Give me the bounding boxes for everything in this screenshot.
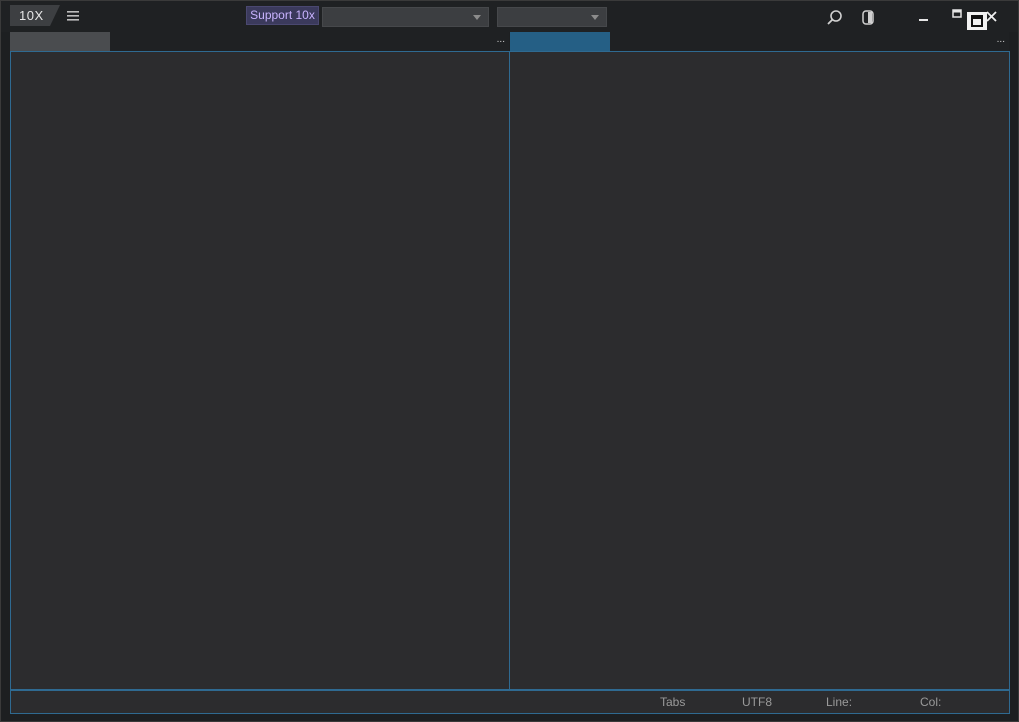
indent-mode-indicator[interactable]: Tabs: [660, 695, 685, 709]
tab-left-pane[interactable]: [10, 32, 110, 51]
app-logo[interactable]: 10X: [10, 5, 60, 26]
left-tab-strip: ...: [10, 32, 509, 51]
encoding-indicator[interactable]: UTF8: [742, 695, 772, 709]
title-bar: 10X Support 10x: [1, 1, 1018, 32]
search-icon[interactable]: [826, 9, 844, 27]
status-bar: Tabs UTF8 Line: Col:: [10, 690, 1010, 714]
project-dropdown[interactable]: [322, 7, 489, 27]
maximize-icon[interactable]: [949, 7, 967, 25]
column-number-label: Col:: [920, 695, 942, 709]
chevron-down-icon: [591, 15, 599, 20]
chevron-down-icon: [473, 15, 481, 20]
left-editor-pane[interactable]: [10, 51, 511, 690]
right-editor-pane[interactable]: [509, 51, 1010, 690]
left-tab-overflow-button[interactable]: ...: [497, 34, 505, 45]
minimize-icon[interactable]: [915, 11, 933, 29]
close-icon[interactable]: [983, 8, 1001, 26]
line-number-label: Line:: [826, 695, 853, 709]
right-tab-strip: ...: [510, 32, 1009, 51]
support-button[interactable]: Support 10x: [246, 6, 319, 25]
right-tab-overflow-button[interactable]: ...: [997, 34, 1005, 45]
config-dropdown[interactable]: [497, 7, 607, 27]
app-window: 10X Support 10x ... ... Tabs UTF8 Line: …: [0, 0, 1019, 722]
tab-right-pane-active[interactable]: [510, 32, 610, 51]
logo-text: 10X: [19, 8, 44, 23]
hamburger-menu-icon[interactable]: [65, 8, 81, 24]
panel-toggle-icon[interactable]: [860, 9, 878, 27]
